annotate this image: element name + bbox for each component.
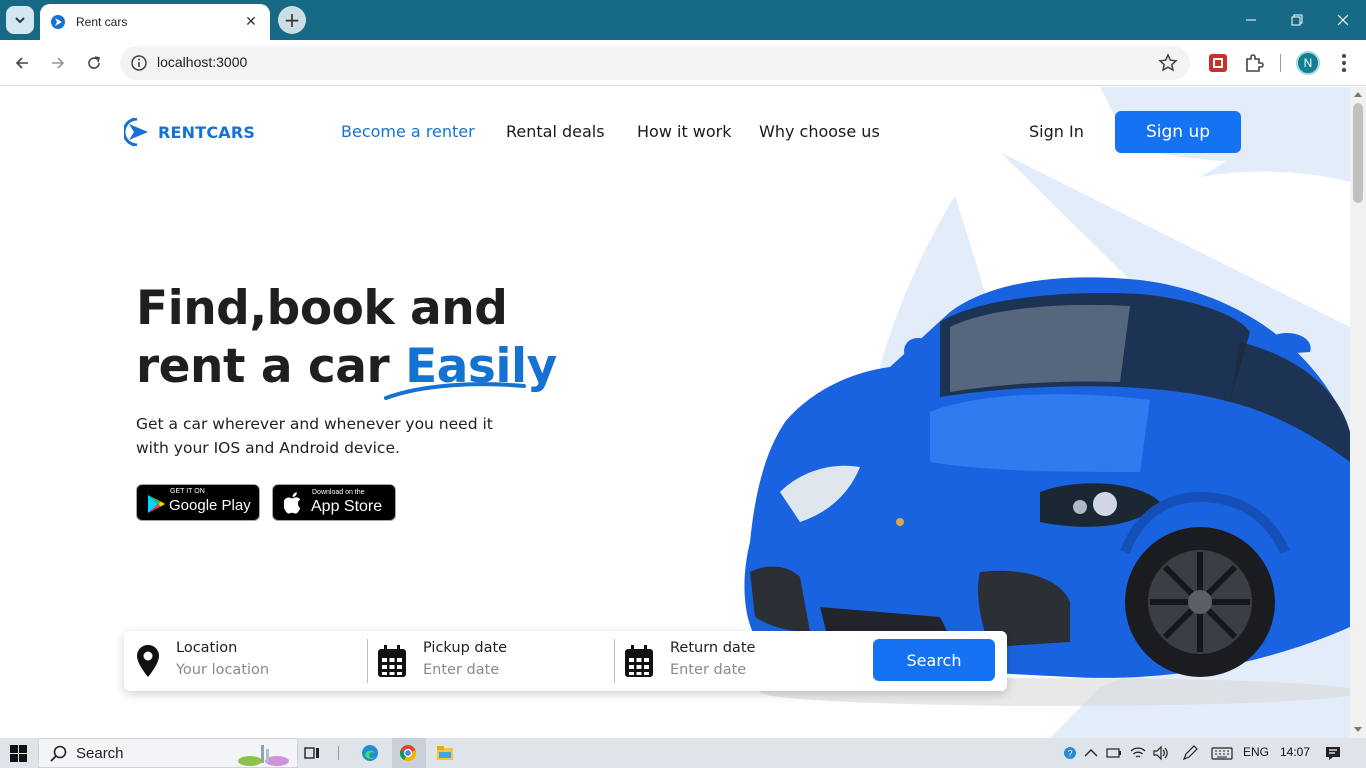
windows-start-icon[interactable] bbox=[10, 745, 27, 762]
taskbar-search-box[interactable]: Search bbox=[38, 738, 298, 768]
rentcars-logo-icon bbox=[124, 118, 148, 146]
location-field[interactable]: Location Your location bbox=[124, 631, 366, 691]
browser-tab-bar: Rent cars ✕ + bbox=[0, 0, 1366, 40]
forward-button[interactable] bbox=[43, 48, 73, 78]
close-icon bbox=[1337, 14, 1349, 26]
nav-why-choose-us[interactable]: Why choose us bbox=[759, 122, 880, 141]
minimize-icon bbox=[1246, 19, 1256, 21]
google-play-button[interactable]: GET IT ON Google Play bbox=[136, 484, 260, 521]
google-play-icon bbox=[148, 495, 165, 513]
address-bar[interactable]: localhost:3000 bbox=[120, 46, 1190, 80]
scroll-down-arrow-icon[interactable] bbox=[1354, 727, 1362, 733]
sign-in-link[interactable]: Sign In bbox=[1029, 122, 1084, 141]
extensions-puzzle-icon[interactable] bbox=[1243, 52, 1265, 74]
app-store-small-text: Download on the bbox=[312, 489, 365, 496]
scroll-up-arrow-icon[interactable] bbox=[1354, 91, 1362, 97]
chevron-down-icon bbox=[15, 17, 25, 24]
tray-chevron-up-icon[interactable] bbox=[1082, 744, 1100, 762]
new-tab-button[interactable]: + bbox=[278, 6, 306, 34]
url-text[interactable]: localhost:3000 bbox=[157, 54, 247, 70]
accent-underline-swoosh bbox=[384, 382, 526, 400]
touch-keyboard-icon[interactable] bbox=[1211, 744, 1233, 762]
search-icon bbox=[50, 745, 67, 762]
pickup-date-field[interactable]: Pickup date Enter date bbox=[371, 631, 613, 691]
battery-icon[interactable] bbox=[1105, 744, 1123, 762]
pickup-date-placeholder[interactable]: Enter date bbox=[423, 662, 499, 678]
hero-title-line1: Find,book and bbox=[136, 281, 508, 336]
edge-browser-icon[interactable] bbox=[361, 744, 379, 762]
pen-icon[interactable] bbox=[1181, 744, 1199, 762]
return-date-placeholder[interactable]: Enter date bbox=[670, 662, 746, 678]
calendar-icon bbox=[625, 645, 653, 677]
restore-button[interactable] bbox=[1274, 0, 1320, 40]
page-scrollbar[interactable] bbox=[1350, 87, 1366, 738]
search-highlight-illustration-icon bbox=[238, 745, 289, 766]
site-info-icon[interactable] bbox=[130, 54, 148, 72]
extension-red-icon[interactable] bbox=[1207, 52, 1229, 74]
search-bar: Location Your location Pickup date Enter… bbox=[124, 631, 1007, 691]
google-play-big-text: Google Play bbox=[169, 497, 251, 514]
nav-rental-deals[interactable]: Rental deals bbox=[506, 122, 605, 141]
location-placeholder[interactable]: Your location bbox=[176, 662, 269, 678]
app-store-button[interactable]: Download on the App Store bbox=[272, 484, 396, 521]
tab-title: Rent cars bbox=[76, 15, 128, 29]
apple-icon bbox=[284, 492, 301, 514]
nav-become-a-renter[interactable]: Become a renter bbox=[341, 122, 475, 141]
pickup-date-label: Pickup date bbox=[423, 640, 508, 656]
file-explorer-icon[interactable] bbox=[436, 744, 454, 762]
close-window-button[interactable] bbox=[1320, 0, 1366, 40]
rentcars-favicon-icon bbox=[51, 15, 65, 29]
browser-tab[interactable]: Rent cars ✕ bbox=[40, 4, 270, 40]
scroll-thumb[interactable] bbox=[1353, 103, 1363, 203]
google-play-small-text: GET IT ON bbox=[170, 488, 205, 495]
return-date-field[interactable]: Return date Enter date bbox=[618, 631, 860, 691]
windows-taskbar: Search ? ENG 14:07 bbox=[0, 738, 1366, 768]
site-logo[interactable]: RENTCARS bbox=[124, 118, 255, 146]
sign-up-button[interactable]: Sign up bbox=[1115, 111, 1241, 153]
help-tray-icon[interactable]: ? bbox=[1061, 744, 1079, 762]
brand-name: RENTCARS bbox=[158, 122, 256, 142]
back-button[interactable] bbox=[7, 48, 37, 78]
taskbar-search-label: Search bbox=[76, 745, 124, 762]
restore-icon bbox=[1291, 14, 1303, 26]
hero-subtitle: Get a car wherever and whenever you need… bbox=[136, 415, 493, 457]
wifi-icon[interactable] bbox=[1129, 744, 1147, 762]
calendar-icon bbox=[378, 645, 406, 677]
taskbar-divider bbox=[338, 746, 339, 760]
svg-text:?: ? bbox=[1067, 749, 1072, 759]
hero-title-line2: rent a car bbox=[136, 339, 390, 394]
reload-icon bbox=[88, 56, 100, 69]
return-date-label: Return date bbox=[670, 640, 756, 656]
arrow-left-icon bbox=[15, 57, 28, 69]
tab-search-button[interactable] bbox=[6, 6, 34, 34]
volume-icon[interactable] bbox=[1152, 744, 1170, 762]
search-divider bbox=[614, 639, 615, 683]
notifications-icon[interactable] bbox=[1324, 744, 1342, 762]
task-view-icon[interactable] bbox=[303, 744, 321, 762]
browser-toolbar: localhost:3000 bbox=[0, 40, 1366, 86]
language-indicator[interactable]: ENG bbox=[1243, 745, 1269, 759]
location-label: Location bbox=[176, 640, 238, 656]
app-store-big-text: App Store bbox=[311, 498, 383, 515]
search-button[interactable]: Search bbox=[873, 639, 995, 681]
chrome-browser-icon[interactable] bbox=[399, 744, 417, 762]
clock-time[interactable]: 14:07 bbox=[1280, 745, 1310, 759]
web-page: RENTCARS Become a renter Rental deals Ho… bbox=[0, 87, 1350, 738]
arrow-right-icon bbox=[52, 57, 65, 69]
location-pin-icon bbox=[137, 645, 159, 677]
nav-how-it-work[interactable]: How it work bbox=[637, 122, 732, 141]
tab-close-icon[interactable]: ✕ bbox=[242, 14, 260, 30]
search-divider bbox=[367, 639, 368, 683]
browser-menu-icon[interactable] bbox=[1333, 52, 1355, 74]
profile-avatar[interactable]: N bbox=[1296, 51, 1320, 75]
toolbar-divider bbox=[1280, 54, 1281, 72]
reload-button[interactable] bbox=[79, 48, 109, 78]
bookmark-star-icon[interactable] bbox=[1158, 53, 1178, 73]
minimize-button[interactable] bbox=[1228, 0, 1274, 40]
